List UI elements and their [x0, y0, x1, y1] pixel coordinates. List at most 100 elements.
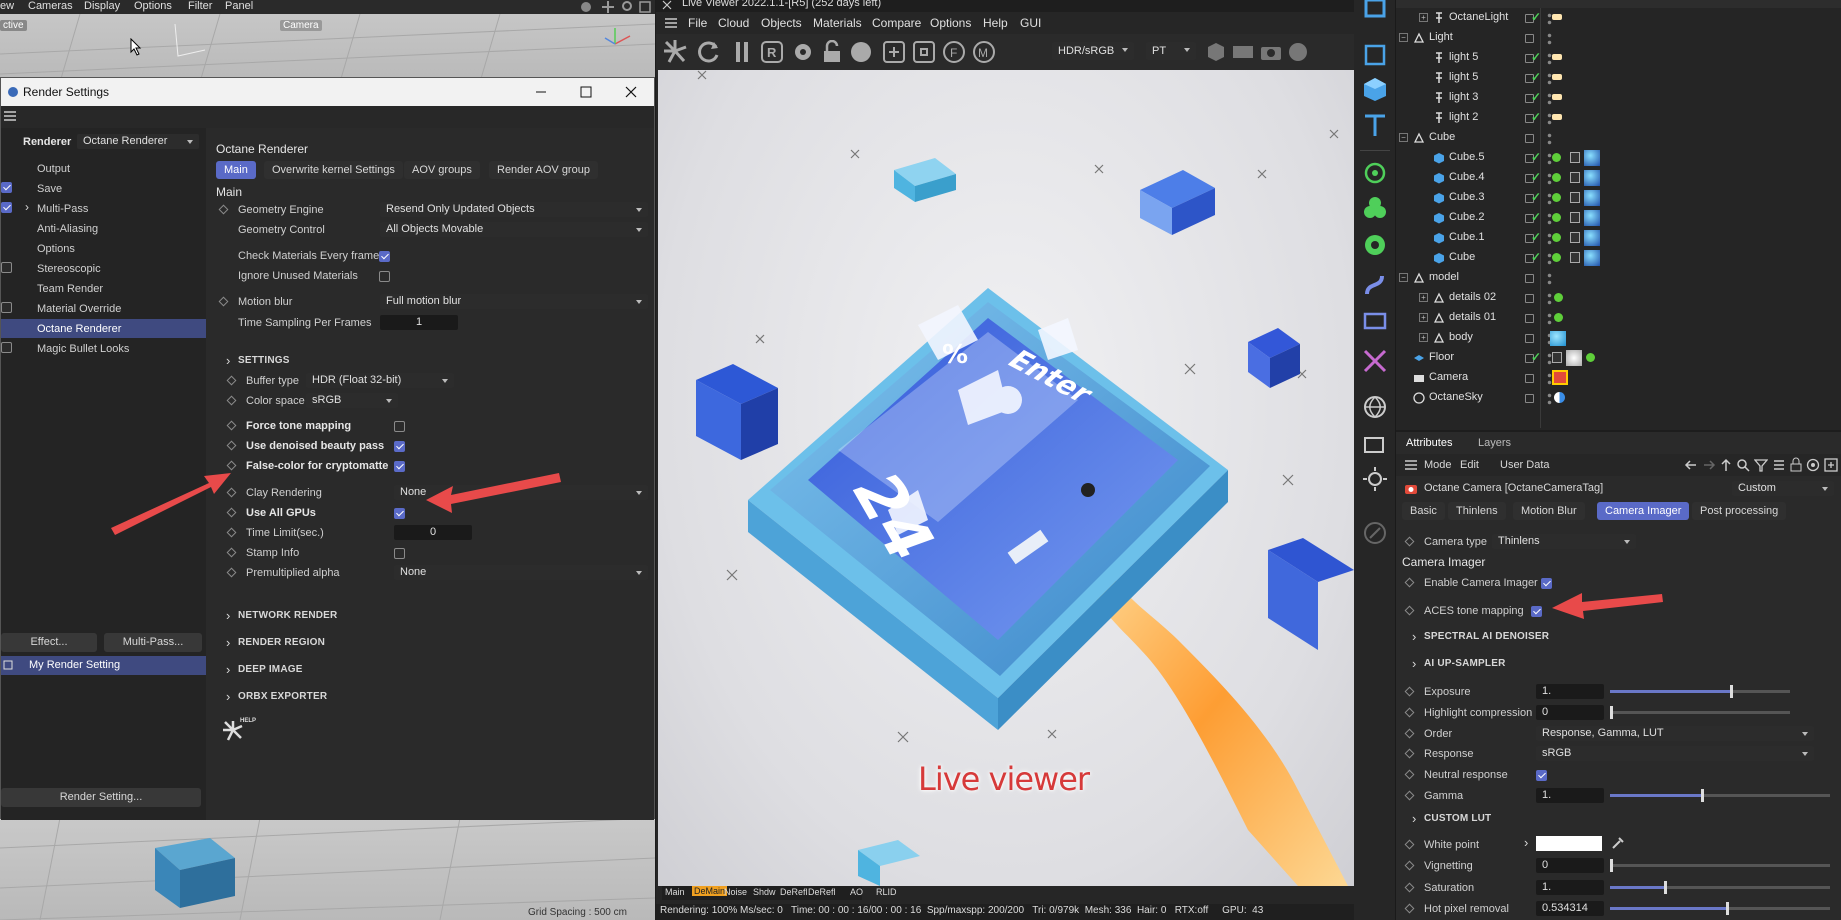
object-tag-icon[interactable]	[1552, 150, 1612, 167]
deep-image-header[interactable]: DEEP IMAGE	[226, 662, 303, 677]
pass-tab-shadow[interactable]: Shdw	[753, 887, 776, 897]
tab-attributes[interactable]: Attributes	[1406, 437, 1452, 449]
rectangle-tool-icon[interactable]	[1362, 42, 1388, 68]
layer-square-icon[interactable]	[1525, 274, 1534, 283]
rs-item-material-override[interactable]: Material Override	[37, 303, 121, 315]
layer-square-icon[interactable]	[1525, 334, 1534, 343]
viewport-menu-filter[interactable]: Filter	[188, 0, 212, 12]
object-row[interactable]: Cube.3 ✓	[1397, 190, 1841, 211]
expand-toggle-icon[interactable]: −	[1399, 133, 1408, 142]
object-row[interactable]: Camera	[1397, 370, 1841, 391]
sun-tool-icon[interactable]	[1362, 466, 1388, 492]
visibility-dots-icon[interactable]	[1547, 292, 1552, 306]
viewport-menu-view[interactable]: ew	[0, 0, 14, 12]
aces-keyframe-icon[interactable]	[1404, 605, 1415, 616]
maximize-icon[interactable]	[638, 0, 652, 14]
object-name[interactable]: Camera	[1429, 371, 1468, 383]
exposure-field[interactable]: 1.	[1536, 684, 1604, 699]
render-mode-dropdown[interactable]: PT	[1146, 42, 1196, 60]
hot-pixel-slider[interactable]	[1610, 902, 1830, 915]
exposure-slider[interactable]	[1610, 685, 1790, 698]
live-viewer-menu-icon[interactable]	[664, 17, 678, 29]
attr-tab-thinlens[interactable]: Thinlens	[1448, 502, 1506, 520]
close-icon[interactable]	[623, 84, 639, 100]
back-arrow-icon[interactable]	[1684, 459, 1698, 471]
object-name[interactable]: Floor	[1429, 351, 1454, 363]
tab-render-aov-group[interactable]: Render AOV group	[489, 161, 598, 179]
white-point-keyframe-icon[interactable]	[1404, 839, 1415, 850]
white-point-expand-icon[interactable]: ›	[1524, 835, 1528, 850]
highlight-keyframe-icon[interactable]	[1404, 707, 1415, 718]
rs-material-override-checkbox[interactable]	[1, 302, 12, 313]
pause-icon[interactable]	[734, 40, 750, 64]
highlight-slider[interactable]	[1610, 706, 1790, 719]
expand-toggle-icon[interactable]: −	[1399, 273, 1408, 282]
enable-imager-keyframe-icon[interactable]	[1404, 577, 1415, 588]
tag-preset-dropdown[interactable]: Custom	[1732, 481, 1834, 496]
pass-tab-noise[interactable]: Noise	[724, 887, 747, 897]
new-panel-icon[interactable]	[1824, 458, 1838, 472]
camera-snapshot-icon[interactable]	[1260, 43, 1282, 61]
attr-tab-camera-imager[interactable]: Camera Imager	[1597, 502, 1690, 520]
object-tag-icon[interactable]	[1550, 331, 1566, 346]
object-name[interactable]: OctaneSky	[1429, 391, 1483, 403]
object-row[interactable]: Floor ✓	[1397, 350, 1841, 371]
saturation-field[interactable]: 1.	[1536, 880, 1604, 895]
object-name[interactable]: Cube	[1449, 251, 1475, 263]
gear-generator-icon[interactable]	[1362, 232, 1388, 258]
lock-icon[interactable]	[821, 40, 843, 64]
hot-pixel-slider-knob[interactable]	[1725, 902, 1729, 915]
rs-item-multipass[interactable]: Multi-Pass	[37, 203, 88, 215]
ignore-unused-checkbox[interactable]	[379, 271, 390, 282]
layer-square-icon[interactable]	[1525, 374, 1534, 383]
filter-icon[interactable]	[1754, 458, 1768, 472]
hot-pixel-field[interactable]: 0.534314	[1536, 901, 1604, 916]
viewport-menu-cameras[interactable]: Cameras	[28, 0, 73, 12]
renderer-dropdown[interactable]: Octane Renderer	[77, 134, 199, 149]
object-tag-icon[interactable]	[1552, 14, 1562, 20]
pass-tab-rlid[interactable]: RLID	[876, 887, 897, 897]
object-tag-icon[interactable]	[1554, 293, 1563, 302]
lv-menu-materials[interactable]: Materials	[813, 16, 862, 30]
response-dropdown[interactable]: sRGB	[1536, 746, 1814, 761]
tab-aov-groups[interactable]: AOV groups	[404, 161, 480, 179]
vignetting-keyframe-icon[interactable]	[1404, 860, 1415, 871]
lv-menu-compare[interactable]: Compare	[872, 16, 921, 30]
object-name[interactable]: model	[1429, 271, 1459, 283]
viewport-menu-display[interactable]: Display	[84, 0, 120, 12]
enabled-check-icon[interactable]: ✓	[1531, 90, 1541, 104]
custom-lut-header[interactable]: CUSTOM LUT	[1412, 811, 1491, 826]
enabled-check-icon[interactable]: ✓	[1531, 230, 1541, 244]
lv-menu-cloud[interactable]: Cloud	[718, 16, 749, 30]
color-space-lv-dropdown[interactable]: HDR/sRGB	[1052, 42, 1134, 60]
expand-toggle-icon[interactable]: +	[1419, 13, 1428, 22]
pass-tab-ao[interactable]: AO	[850, 887, 863, 897]
object-tag-icon[interactable]	[1552, 190, 1612, 207]
expand-arrow-icon[interactable]: ›	[25, 200, 29, 214]
object-name[interactable]: light 3	[1449, 91, 1478, 103]
deformer-tool-icon[interactable]	[1362, 272, 1388, 298]
object-tag-icon[interactable]	[1552, 370, 1568, 385]
move-icon[interactable]	[600, 0, 616, 14]
rs-stereoscopic-checkbox[interactable]	[1, 262, 12, 273]
expand-toggle-icon[interactable]: −	[1399, 33, 1408, 42]
object-tag-icon[interactable]	[1552, 170, 1612, 187]
target-icon[interactable]	[1806, 458, 1820, 472]
render-view[interactable]: Enter 24 % Live viewer	[658, 70, 1354, 886]
vignetting-slider-knob[interactable]	[1610, 859, 1613, 872]
visibility-dots-icon[interactable]	[1547, 32, 1552, 46]
rs-item-output[interactable]: Output	[37, 163, 70, 175]
object-name[interactable]: body	[1449, 331, 1473, 343]
camera-tool-icon[interactable]	[1362, 306, 1388, 332]
rs-magic-bullet-checkbox[interactable]	[1, 342, 12, 353]
layer-square-icon[interactable]	[1525, 134, 1534, 143]
object-row[interactable]: − Light	[1397, 31, 1841, 51]
object-tag-icon[interactable]	[1552, 210, 1612, 227]
motion-blur-dropdown[interactable]: Full motion blur	[380, 294, 648, 309]
exposure-slider-knob[interactable]	[1729, 685, 1733, 698]
forward-arrow-icon[interactable]	[1702, 459, 1716, 471]
enabled-check-icon[interactable]: ✓	[1531, 150, 1541, 164]
enabled-check-icon[interactable]: ✓	[1531, 50, 1541, 64]
search-icon[interactable]	[1736, 458, 1750, 472]
geometry-engine-keyframe-icon[interactable]	[218, 204, 229, 215]
